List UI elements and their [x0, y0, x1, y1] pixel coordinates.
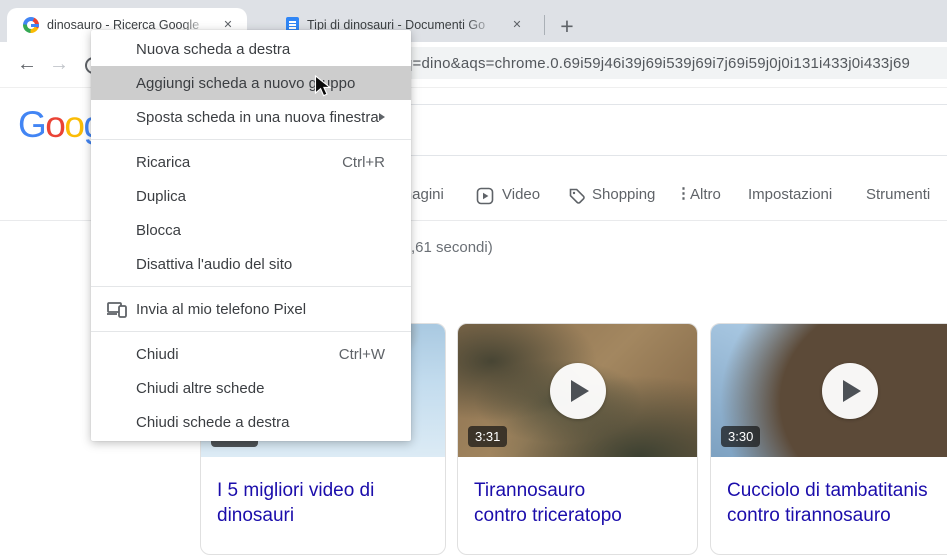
link-impostazioni[interactable]: Impostazioni: [748, 186, 832, 203]
video-title-link[interactable]: I 5 migliori video di dinosauri: [201, 457, 445, 528]
menu-item-ricarica[interactable]: Ricarica Ctrl+R: [91, 145, 411, 179]
send-to-device-icon: [107, 301, 127, 318]
tab-close-icon[interactable]: ✕: [508, 16, 526, 34]
menu-item-chiudi-schede-a-destra[interactable]: Chiudi schede a destra: [91, 405, 411, 439]
video-title-line: Cucciolo di tambatitanis: [727, 478, 947, 503]
menu-item-aggiungi-scheda-a-nuovo-gruppo[interactable]: Aggiungi scheda a nuovo gruppo: [91, 66, 411, 100]
play-triangle: [843, 380, 861, 402]
video-duration-badge: 3:31: [468, 426, 507, 447]
menu-item-label: Sposta scheda in una nuova finestra: [136, 109, 379, 126]
menu-item-label: Ricarica: [136, 154, 190, 171]
submenu-arrow-icon: [379, 113, 385, 121]
menu-item-label: Chiudi altre schede: [136, 380, 264, 397]
menu-item-duplica[interactable]: Duplica: [91, 179, 411, 213]
play-button-icon[interactable]: [550, 363, 606, 419]
menu-item-blocca[interactable]: Blocca: [91, 213, 411, 247]
video-duration-badge: 3:30: [721, 426, 760, 447]
video-title-line: dinosauri: [217, 503, 429, 528]
menu-item-label: Chiudi schede a destra: [136, 414, 289, 431]
forward-button-icon[interactable]: →: [46, 51, 72, 77]
menu-item-label: Duplica: [136, 188, 186, 205]
video-title-line: I 5 migliori video di: [217, 478, 429, 503]
url-text[interactable]: q=dino&aqs=chrome.0.69i59j46i39j69i539j6…: [404, 55, 910, 72]
video-title-line: contro triceratopo: [474, 503, 681, 528]
menu-item-chiudi[interactable]: Chiudi Ctrl+W: [91, 337, 411, 371]
menu-item-disattiva-audio-sito[interactable]: Disattiva l'audio del sito: [91, 247, 411, 281]
play-triangle: [571, 380, 589, 402]
browser-window: { "window": { "tabs": [ {"title": "dinos…: [0, 0, 947, 532]
google-favicon: [23, 17, 39, 33]
shopping-tag-icon: [568, 187, 586, 205]
more-vert-icon: ⋮: [676, 184, 691, 202]
mouse-cursor-icon: [314, 75, 334, 97]
menu-item-label: Nuova scheda a destra: [136, 41, 290, 58]
menu-shortcut: Ctrl+W: [339, 346, 385, 363]
tab-shopping[interactable]: Shopping: [592, 186, 655, 203]
menu-item-sposta-scheda-nuova-finestra[interactable]: Sposta scheda in una nuova finestra: [91, 100, 411, 134]
new-tab-button[interactable]: +: [552, 11, 582, 41]
menu-separator: [91, 139, 411, 140]
video-icon: [476, 187, 494, 205]
link-strumenti[interactable]: Strumenti: [866, 186, 930, 203]
video-title-line: contro tirannosauro: [727, 503, 947, 528]
logo-letter: o: [45, 104, 64, 146]
play-button-icon[interactable]: [822, 363, 878, 419]
tab-video[interactable]: Video: [502, 186, 540, 203]
menu-item-invia-al-telefono-pixel[interactable]: Invia al mio telefono Pixel: [91, 292, 411, 326]
video-title-line: Tirannosauro: [474, 478, 681, 503]
video-title-link[interactable]: Tirannosauro contro triceratopo: [458, 457, 697, 528]
menu-item-nuova-scheda-a-destra[interactable]: Nuova scheda a destra: [91, 32, 411, 66]
tab-separator: [544, 15, 545, 35]
logo-letter: G: [18, 104, 45, 146]
menu-item-label: Blocca: [136, 222, 181, 239]
menu-item-label: Disattiva l'audio del sito: [136, 256, 292, 273]
logo-letter: o: [64, 104, 83, 146]
back-button-icon[interactable]: ←: [14, 51, 40, 77]
menu-item-chiudi-altre-schede[interactable]: Chiudi altre schede: [91, 371, 411, 405]
menu-item-label: Invia al mio telefono Pixel: [136, 301, 306, 318]
tab-context-menu: Nuova scheda a destra Aggiungi scheda a …: [91, 30, 411, 441]
menu-separator: [91, 331, 411, 332]
video-thumbnail[interactable]: 3:30: [711, 324, 947, 457]
menu-separator: [91, 286, 411, 287]
video-title-link[interactable]: Cucciolo di tambatitanis contro tirannos…: [711, 457, 947, 528]
menu-item-label: Chiudi: [136, 346, 179, 363]
tab-altro[interactable]: Altro: [690, 186, 721, 203]
video-card[interactable]: 3:30 Cucciolo di tambatitanis contro tir…: [710, 323, 947, 555]
video-thumbnail[interactable]: 3:31: [458, 324, 697, 457]
result-stats: ,61 secondi): [411, 239, 493, 256]
video-card[interactable]: 3:31 Tirannosauro contro triceratopo: [457, 323, 698, 555]
menu-shortcut: Ctrl+R: [342, 154, 385, 171]
